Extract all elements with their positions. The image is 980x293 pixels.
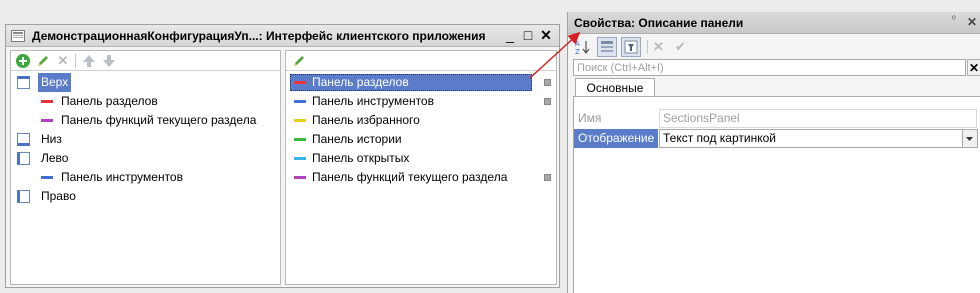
list-item-tools-panel[interactable]: Панель инструментов [286, 92, 556, 111]
window-icon [11, 30, 25, 42]
properties-toolbar: AZ ✕ ✔ [568, 34, 980, 58]
tree-item-functions-panel[interactable]: Панель функций текущего раздела [11, 111, 280, 130]
add-icon[interactable] [15, 53, 31, 69]
list-toolbar [286, 51, 556, 71]
search-field[interactable] [573, 59, 966, 76]
interface-editor-window: ДемонстрационнаяКонфигурацияУп...: Интер… [5, 24, 560, 288]
display-label: Отображение [574, 129, 658, 148]
properties-grid: Имя SectionsPanel Отображение Текст под … [573, 96, 980, 293]
pin-icon[interactable]: ᵒ [952, 14, 956, 25]
tools-panel-icon [294, 100, 306, 103]
search-clear-icon[interactable]: ✕ [967, 59, 980, 76]
right-panel-icon [17, 190, 30, 203]
search-input[interactable] [574, 60, 965, 76]
toolbar-separator [647, 40, 648, 54]
annotation-arrow [529, 31, 581, 79]
edit-pencil-icon[interactable] [35, 53, 51, 69]
tree-item-sections-panel[interactable]: Панель разделов [11, 92, 280, 111]
checkmark-icon[interactable]: ✔ [675, 39, 686, 55]
clear-icon[interactable]: ✕ [653, 39, 664, 55]
name-label: Имя [578, 111, 602, 125]
toolbar-separator [75, 54, 76, 68]
placed-checkbox[interactable] [544, 174, 551, 181]
display-select[interactable]: Текст под картинкой [659, 129, 963, 148]
top-panel-icon [17, 76, 30, 89]
sections-panel-icon [294, 81, 306, 84]
edit-pencil-icon[interactable] [291, 53, 307, 69]
name-field[interactable]: SectionsPanel [659, 109, 977, 128]
open-panel-icon [294, 157, 306, 160]
favorites-panel-icon [294, 119, 306, 122]
list-item-functions-panel[interactable]: Панель функций текущего раздела [286, 168, 556, 187]
left-panel-icon [17, 152, 30, 165]
available-panels-list: Панель разделов Панель инструментов Пане… [285, 50, 557, 285]
properties-title: Свойства: Описание панели [574, 16, 744, 30]
minimize-button[interactable]: _ [502, 25, 518, 45]
delete-icon[interactable]: ✕ [55, 53, 71, 69]
history-panel-icon [294, 138, 306, 141]
categories-icon[interactable] [597, 37, 617, 57]
tree-toolbar: ✕ [11, 51, 280, 71]
window-titlebar[interactable]: ДемонстрационнаяКонфигурацияУп...: Интер… [6, 25, 559, 47]
tree-item-tools-panel[interactable]: Панель инструментов [11, 168, 280, 187]
functions-panel-icon [294, 176, 306, 179]
list-item-favorites-panel[interactable]: Панель избранного [286, 111, 556, 130]
window-title: ДемонстрационнаяКонфигурацияУп...: Интер… [32, 29, 486, 43]
filter-icon[interactable] [621, 37, 641, 57]
sections-panel-icon [41, 100, 53, 103]
list-item-history-panel[interactable]: Панель истории [286, 130, 556, 149]
tree-item-right[interactable]: Право [11, 187, 280, 206]
placed-checkbox[interactable] [544, 98, 551, 105]
bottom-panel-icon [17, 133, 30, 146]
panel-layout-tree: ✕ Верх Панель разделов Панель функций те… [10, 50, 281, 285]
properties-titlebar[interactable]: Свойства: Описание панели ᵒ ✕ [568, 12, 980, 34]
move-down-icon[interactable] [101, 53, 117, 69]
tools-panel-icon [41, 176, 53, 179]
functions-panel-icon [41, 119, 53, 122]
list-item-open-panel[interactable]: Панель открытых [286, 149, 556, 168]
tree-item-left[interactable]: Лево [11, 149, 280, 168]
tree-item-top[interactable]: Верх [11, 73, 280, 92]
move-up-icon[interactable] [81, 53, 97, 69]
dropdown-arrow-icon[interactable] [963, 129, 978, 148]
properties-window: Свойства: Описание панели ᵒ ✕ AZ ✕ ✔ ✕ О… [567, 12, 980, 293]
list-item-sections-panel[interactable]: Панель разделов [286, 73, 556, 92]
close-button[interactable]: ✕ [967, 15, 977, 29]
tree-item-bottom[interactable]: Низ [11, 130, 280, 149]
